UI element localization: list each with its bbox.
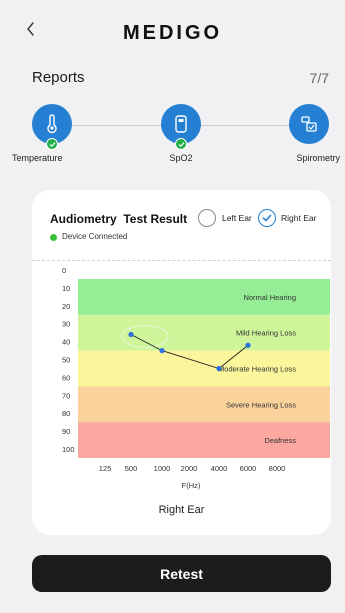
reports-title: Reports: [32, 69, 85, 86]
data-point-0: [128, 331, 134, 338]
x-tick-2: 1000: [154, 464, 171, 473]
step-spo2[interactable]: [161, 104, 201, 150]
step-label-temperature: Temperature: [12, 153, 63, 163]
y-tick-3: 30: [62, 320, 70, 329]
retest-button[interactable]: Retest: [32, 555, 331, 592]
x-tick-1: 500: [125, 464, 138, 473]
spirometer-icon: [301, 116, 317, 132]
y-tick-8: 80: [62, 409, 70, 418]
y-tick-1: 10: [62, 284, 70, 293]
x-tick-4: 4000: [211, 464, 228, 473]
step-label-spirometry: Spirometry: [296, 153, 340, 163]
pulse-oximeter-icon: [175, 115, 187, 133]
x-tick-5: 6000: [240, 464, 257, 473]
x-axis-label: F(Hz): [182, 481, 201, 490]
band-label-4: Deafness: [264, 436, 296, 445]
data-point-3: [245, 342, 251, 348]
top-bar: MEDIGO: [0, 0, 345, 64]
y-tick-10: 100: [62, 445, 75, 454]
y-tick-7: 70: [62, 391, 70, 400]
y-tick-4: 40: [62, 338, 70, 347]
y-tick-5: 50: [62, 356, 70, 365]
band-label-3: Severe Hearing Loss: [226, 400, 296, 409]
y-tick-0: 0: [62, 266, 66, 275]
step-spirometry[interactable]: [289, 104, 329, 144]
step-label-spo2: SpO2: [169, 153, 193, 163]
y-tick-2: 20: [62, 302, 70, 311]
x-tick-0: 125: [99, 464, 112, 473]
brand-logo: MEDIGO: [122, 22, 223, 44]
y-tick-6: 60: [62, 373, 70, 382]
data-point-2: [216, 365, 222, 372]
x-tick-6: 8000: [269, 464, 286, 473]
y-tick-9: 90: [62, 427, 70, 436]
step-temperature[interactable]: [32, 104, 72, 150]
chart-caption: Right Ear: [158, 504, 205, 516]
audiometry-result-card: Audiometry Test Result Device Connected …: [32, 190, 331, 535]
band-label-2: Moderate Hearing Loss: [218, 365, 296, 374]
thermometer-icon: [47, 114, 57, 134]
data-point-1: [159, 348, 165, 354]
reports-count: 7/7: [309, 70, 329, 86]
band-label-0: Normal Hearing: [243, 293, 296, 302]
completed-check-icon: [46, 138, 58, 150]
x-tick-3: 2000: [181, 464, 198, 473]
completed-check-icon: [175, 138, 187, 150]
band-label-1: Mild Hearing Loss: [236, 329, 296, 338]
audiogram-chart: Normal Hearing Mild Hearing Loss Moderate …: [62, 266, 330, 490]
